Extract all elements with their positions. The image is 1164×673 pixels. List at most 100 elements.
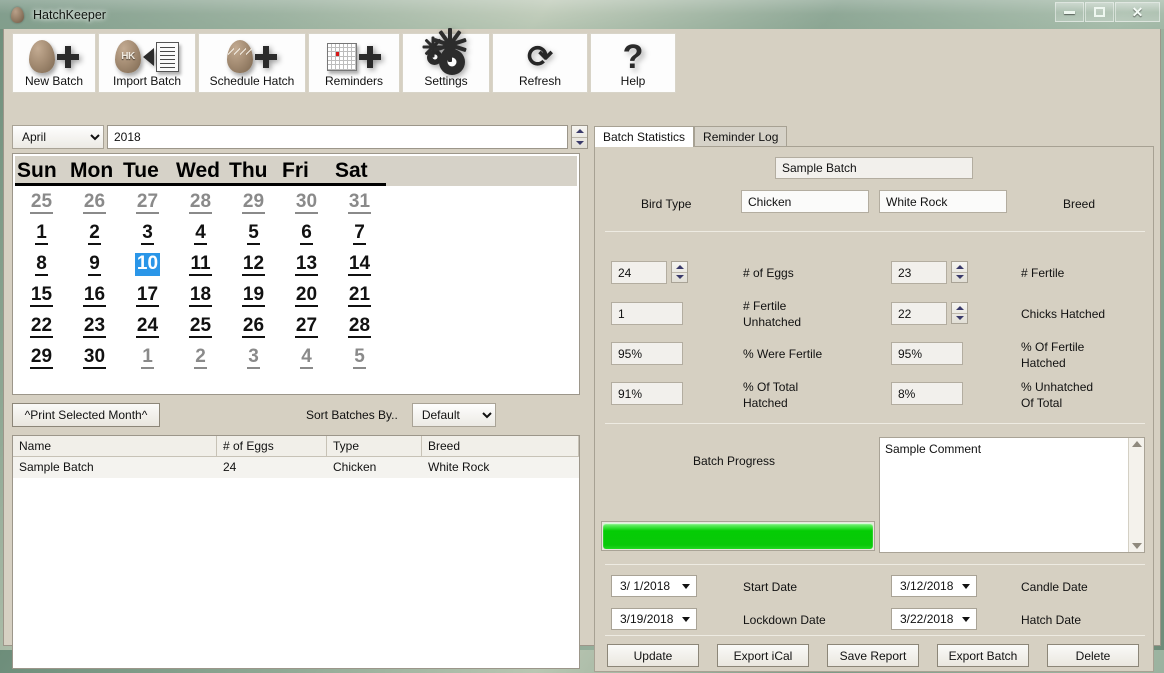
calendar-day-cell[interactable]: 6 [280,221,333,245]
year-spinner[interactable] [571,125,588,149]
sort-batches-select[interactable]: DefaultName# of EggsTypeBreed [412,403,496,427]
calendar-day-cell[interactable]: 1 [121,345,174,369]
calendar-day-cell[interactable]: 7 [333,221,386,245]
calendar-day-cell[interactable]: 30 [68,345,121,369]
chicks-spin-down[interactable] [952,314,967,324]
calendar-day-cell[interactable]: 28 [174,190,227,214]
scroll-down-icon[interactable] [1132,543,1142,549]
fertile-field[interactable]: 23 [891,261,947,284]
toolbar-reminders[interactable]: Reminders [308,33,400,93]
calendar-day-cell[interactable]: 22 [15,314,68,338]
column-header-type[interactable]: Type [327,436,422,456]
calendar-day-cell[interactable]: 28 [333,314,386,338]
close-button[interactable]: ✕ [1115,2,1160,22]
calendar-day-cell[interactable]: 18 [174,283,227,307]
calendar-day-cell[interactable]: 13 [280,252,333,276]
fertile-unhatched-field[interactable]: 1 [611,302,683,325]
calendar-day-cell[interactable]: 21 [333,283,386,307]
toolbar-import-batch[interactable]: HK Import Batch [98,33,196,93]
calendar-day-cell[interactable]: 8 [15,252,68,276]
calendar-day-cell[interactable]: 19 [227,283,280,307]
toolbar-settings[interactable]: Settings [402,33,490,93]
calendar-day-cell[interactable]: 29 [15,345,68,369]
eggs-spin-down[interactable] [672,273,687,283]
calendar-day-cell[interactable]: 31 [333,190,386,214]
calendar-day-cell[interactable]: 16 [68,283,121,307]
of-fertile-hatched-field[interactable]: 95% [891,342,963,365]
hatch-date-select[interactable]: 3/22/2018 [891,608,977,630]
breed-field[interactable]: White Rock [879,190,1007,213]
year-input[interactable]: 2018 [107,125,568,149]
batch-name-field[interactable]: Sample Batch [775,157,973,179]
fertile-spin-up[interactable] [952,262,967,273]
column-header-name[interactable]: Name [13,436,217,456]
month-select[interactable]: JanuaryFebruaryMarchAprilMayJuneJulyAugu… [12,125,104,149]
lockdown-date-select[interactable]: 3/19/2018 [611,608,697,630]
calendar-day-cell[interactable]: 10 [121,252,174,276]
column-header-eggs[interactable]: # of Eggs [217,436,327,456]
calendar-day-cell[interactable]: 1 [15,221,68,245]
calendar-day-cell[interactable]: 23 [68,314,121,338]
bird-type-field[interactable]: Chicken [741,190,869,213]
calendar-day-cell[interactable]: 15 [15,283,68,307]
toolbar-new-batch[interactable]: New Batch [12,33,96,93]
batch-list-table[interactable]: Name # of Eggs Type Breed Sample Batch 2… [12,435,580,669]
calendar-day-cell[interactable]: 26 [227,314,280,338]
fertile-spinner[interactable] [951,261,968,283]
toolbar-schedule-hatch[interactable]: Schedule Hatch [198,33,306,93]
export-batch-button[interactable]: Export Batch [937,644,1029,667]
minimize-button[interactable] [1055,2,1084,22]
calendar-grid[interactable]: 2526272829303112345678910111213141516171… [15,186,577,372]
eggs-spin-up[interactable] [672,262,687,273]
calendar-day-cell[interactable]: 17 [121,283,174,307]
fertile-spin-down[interactable] [952,273,967,283]
tab-reminder-log[interactable]: Reminder Log [694,126,787,147]
comment-box[interactable]: Sample Comment [879,437,1145,553]
save-report-button[interactable]: Save Report [827,644,919,667]
chicks-hatched-field[interactable]: 22 [891,302,947,325]
update-button[interactable]: Update [607,644,699,667]
month-calendar[interactable]: SunMonTueWedThuFriSat 252627282930311234… [12,153,580,395]
title-bar[interactable]: HatchKeeper ✕ [0,0,1164,29]
calendar-day-cell[interactable]: 5 [333,345,386,369]
maximize-button[interactable] [1085,2,1114,22]
calendar-day-cell[interactable]: 3 [121,221,174,245]
calendar-day-cell[interactable]: 2 [174,345,227,369]
scroll-up-icon[interactable] [1132,441,1142,447]
table-row[interactable]: Sample Batch 24 Chicken White Rock [13,457,579,478]
toolbar-help[interactable]: ? Help [590,33,676,93]
calendar-day-cell[interactable]: 24 [121,314,174,338]
calendar-day-cell[interactable]: 29 [227,190,280,214]
calendar-day-cell[interactable]: 27 [121,190,174,214]
calendar-day-cell[interactable]: 25 [174,314,227,338]
of-total-hatched-field[interactable]: 91% [611,382,683,405]
calendar-day-cell[interactable]: 20 [280,283,333,307]
export-ical-button[interactable]: Export iCal [717,644,809,667]
calendar-day-cell[interactable]: 5 [227,221,280,245]
calendar-day-cell[interactable]: 9 [68,252,121,276]
calendar-day-cell[interactable]: 2 [68,221,121,245]
calendar-day-cell[interactable]: 12 [227,252,280,276]
calendar-day-cell[interactable]: 27 [280,314,333,338]
comment-scrollbar[interactable] [1128,438,1144,552]
calendar-day-cell[interactable]: 25 [15,190,68,214]
unhatched-of-total-field[interactable]: 8% [891,382,963,405]
eggs-spinner[interactable] [671,261,688,283]
calendar-day-cell[interactable]: 30 [280,190,333,214]
calendar-day-cell[interactable]: 14 [333,252,386,276]
print-selected-month-button[interactable]: ^Print Selected Month^ [12,403,160,427]
calendar-day-cell[interactable]: 3 [227,345,280,369]
comment-text[interactable]: Sample Comment [880,438,1128,552]
tab-batch-statistics[interactable]: Batch Statistics [594,126,694,147]
chicks-hatched-spinner[interactable] [951,302,968,324]
eggs-field[interactable]: 24 [611,261,667,284]
delete-button[interactable]: Delete [1047,644,1139,667]
year-spin-up[interactable] [572,126,587,138]
calendar-day-cell[interactable]: 4 [174,221,227,245]
calendar-day-cell[interactable]: 4 [280,345,333,369]
calendar-day-cell[interactable]: 26 [68,190,121,214]
column-header-breed[interactable]: Breed [422,436,579,456]
toolbar-refresh[interactable]: ⟳ Refresh [492,33,588,93]
candle-date-select[interactable]: 3/12/2018 [891,575,977,597]
year-spin-down[interactable] [572,138,587,149]
